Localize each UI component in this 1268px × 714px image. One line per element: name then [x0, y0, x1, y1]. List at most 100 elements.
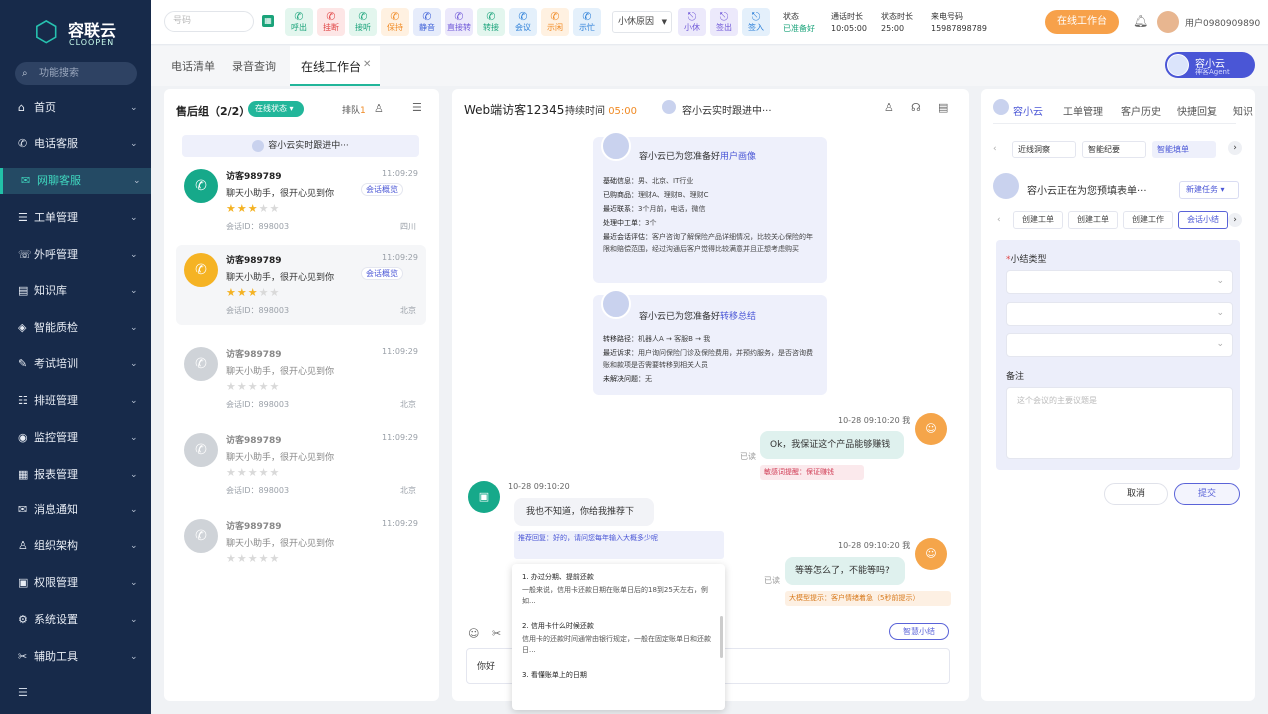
sidebar-item-3[interactable]: ☰ 工单管理 ⌄: [0, 205, 151, 231]
overview-tag[interactable]: 会话概览: [361, 267, 403, 280]
tool-button-7[interactable]: ✆ 会议: [509, 8, 537, 36]
subtab-insight[interactable]: 近线洞察: [1012, 141, 1076, 158]
tool-button-0[interactable]: ✆ 呼出: [285, 8, 313, 36]
emoji-icon[interactable]: ☺: [468, 627, 479, 640]
agent-tool-button-2[interactable]: ⎋ 签入: [742, 8, 770, 36]
tab-assistant[interactable]: 容小云: [1013, 103, 1043, 118]
next-icon[interactable]: ›: [1228, 141, 1242, 155]
online-status-select[interactable]: 在线状态 ▾: [248, 101, 304, 117]
quick-action-button[interactable]: 创建工单: [1068, 211, 1118, 229]
dial-input[interactable]: 号码: [164, 11, 254, 32]
tool-button-2[interactable]: ✆ 接听: [349, 8, 377, 36]
tab-customer-history[interactable]: 客户历史: [1121, 103, 1161, 118]
tool-label: 直接转: [447, 23, 471, 32]
next-icon[interactable]: ›: [1228, 213, 1242, 227]
tab-call-list[interactable]: 电话清单: [171, 58, 215, 74]
msg-out2-who: 我: [902, 541, 911, 550]
tab-ticket-management[interactable]: 工单管理: [1063, 103, 1103, 118]
tool-button-4[interactable]: ✆ 静音: [413, 8, 441, 36]
tab-recording-query[interactable]: 录音查询: [232, 58, 276, 74]
sidebar-item-7[interactable]: ✎ 考试培训 ⌄: [0, 351, 151, 377]
summary-type-select-1[interactable]: ⌄: [1006, 270, 1233, 294]
phone-icon: ✆: [184, 169, 218, 203]
star-icon: ★: [269, 466, 281, 479]
sidebar-item-9[interactable]: ◉ 监控管理 ⌄: [0, 425, 151, 451]
sidebar-item-6[interactable]: ◈ 智能质检 ⌄: [0, 315, 151, 341]
queue-item[interactable]: ✆ 访客989789 11:09:29 聊天小助手，很开心见到你 ★★★★★ 会话ID：8…: [176, 425, 426, 505]
tab-online-workbench[interactable]: 在线工作台 ✕: [290, 46, 380, 86]
tool-button-1[interactable]: ✆ 挂断: [317, 8, 345, 36]
new-task-select[interactable]: 新建任务 ▾: [1179, 181, 1239, 199]
doc-icon[interactable]: ▤: [938, 101, 948, 114]
sidebar-item-10[interactable]: ▦ 报表管理 ⌄: [0, 462, 151, 488]
quick-action-button[interactable]: 会话小结: [1178, 211, 1228, 229]
smart-summary-button[interactable]: 智慧小结: [889, 623, 949, 640]
sidebar-item-0[interactable]: ⌂ 首页 ⌄: [0, 95, 151, 121]
tool-button-6[interactable]: ✆ 转接: [477, 8, 505, 36]
sidebar-item-13[interactable]: ▣ 权限管理 ⌄: [0, 570, 151, 596]
chevron-down-icon: ⌄: [130, 323, 138, 333]
keypad-icon[interactable]: ▦: [262, 15, 274, 27]
info-row: 未解决问题：无: [603, 373, 818, 385]
queue-item[interactable]: ✆ 访客989789 11:09:29 聊天小助手，很开心见到你 会话概览 ★★★★★ 会话…: [176, 245, 426, 325]
tool-button-5[interactable]: ✆ 直接转: [445, 8, 473, 36]
sidebar-item-4[interactable]: ☏ 外呼管理 ⌄: [0, 242, 151, 268]
agent-tool-button-1[interactable]: ⎋ 签出: [710, 8, 738, 36]
star-icon: ★: [269, 286, 281, 299]
scissors-icon[interactable]: ✂: [492, 627, 501, 640]
tool-button-8[interactable]: ✆ 示闲: [541, 8, 569, 36]
user-avatar[interactable]: [1157, 11, 1179, 33]
suggestion-item[interactable]: 2. 信用卡什么时候还款 信用卡的还款时间通常由银行规定，一般在固定账单日和还款日…: [522, 621, 714, 656]
tool-button-3[interactable]: ✆ 保持: [381, 8, 409, 36]
prev-icon[interactable]: ‹: [993, 144, 997, 154]
rest-reason-select[interactable]: 小休原因 ▼: [612, 11, 672, 33]
bell-icon: ✉: [18, 503, 28, 516]
sidebar-item-15[interactable]: ✂ 辅助工具 ⌄: [0, 644, 151, 670]
tab-knowledge[interactable]: 知识: [1233, 103, 1253, 118]
sidebar-item-12[interactable]: ♙ 组织架构 ⌄: [0, 533, 151, 559]
suggestion-title: 2. 信用卡什么时候还款: [522, 622, 594, 630]
quick-action-button[interactable]: 创建工单: [1013, 211, 1063, 229]
subtab-smart-fill[interactable]: 智能填单: [1152, 141, 1216, 158]
agent-tool-button-0[interactable]: ⎋ 小休: [678, 8, 706, 36]
collapse-menu-icon[interactable]: ☰: [18, 686, 28, 699]
recommended-reply[interactable]: 推荐回复：好的，请问您每年输入大概多少呢: [514, 531, 724, 559]
suggestions-scrollbar[interactable]: [720, 616, 723, 658]
sidebar-item-2[interactable]: ✉ 网聊客服 ⌄: [0, 168, 151, 194]
note-textarea[interactable]: 这个会议的主要议题是: [1006, 387, 1233, 459]
sidebar-item-label: 知识库: [34, 284, 67, 297]
user-info-icon[interactable]: ♙: [884, 101, 894, 114]
queue-item[interactable]: ✆ 访客989789 11:09:29 聊天小助手，很开心见到你 ★★★★★ 会话ID：8…: [176, 339, 426, 419]
cancel-button[interactable]: 取消: [1104, 483, 1168, 505]
overview-tag[interactable]: 会话概览: [361, 183, 403, 196]
summary-type-select-2[interactable]: ⌄: [1006, 302, 1233, 326]
sidebar-item-14[interactable]: ⚙ 系统设置 ⌄: [0, 607, 151, 633]
side-search-input[interactable]: ⌕ 功能搜索: [15, 62, 137, 85]
queue-item[interactable]: ✆ 访客989789 11:09:29 聊天小助手，很开心见到你 ★★★★★: [176, 511, 426, 591]
tool-button-9[interactable]: ✆ 示忙: [573, 8, 601, 36]
chat-following: 容小云实时跟进中···: [682, 106, 772, 117]
sidebar-item-8[interactable]: ☷ 排班管理 ⌄: [0, 388, 151, 414]
submit-button[interactable]: 提交: [1174, 483, 1240, 505]
summary-type-select-3[interactable]: ⌄: [1006, 333, 1233, 357]
menu-icon[interactable]: ☰: [412, 101, 422, 114]
sidebar-item-5[interactable]: ▤ 知识库 ⌄: [0, 278, 151, 304]
agent-badge[interactable]: 容小云 神客Agent: [1165, 52, 1255, 78]
suggestion-item[interactable]: 3. 看懂账单上的日期: [522, 670, 714, 683]
online-workbench-button[interactable]: 在线工作台: [1045, 10, 1119, 34]
sidebar-item-1[interactable]: ✆ 电话客服 ⌄: [0, 131, 151, 157]
suggestion-item[interactable]: 1. 办过分期、提前还款 一般来说，信用卡还款日期在账单日后的18到25天左右，例…: [522, 572, 714, 607]
agent-tool-label: 小休: [684, 23, 700, 32]
close-icon[interactable]: ✕: [363, 59, 371, 70]
sidebar-item-11[interactable]: ✉ 消息通知 ⌄: [0, 497, 151, 523]
bell-icon[interactable]: 🔔︎: [1133, 14, 1148, 28]
subtab-minutes[interactable]: 智能纪要: [1082, 141, 1146, 158]
star-icon: ★: [258, 202, 270, 215]
prev-icon[interactable]: ‹: [997, 215, 1001, 225]
people-icon[interactable]: ♙: [374, 102, 384, 115]
queue-item[interactable]: ✆ 访客989789 11:09:29 聊天小助手，很开心见到你 会话概览 ★★★★★ 会话…: [176, 161, 426, 241]
tab-quick-reply[interactable]: 快捷回复: [1177, 103, 1217, 118]
queue-time: 11:09:29: [382, 253, 418, 262]
quick-action-button[interactable]: 创建工作: [1123, 211, 1173, 229]
headset-icon[interactable]: ☊: [911, 101, 921, 114]
